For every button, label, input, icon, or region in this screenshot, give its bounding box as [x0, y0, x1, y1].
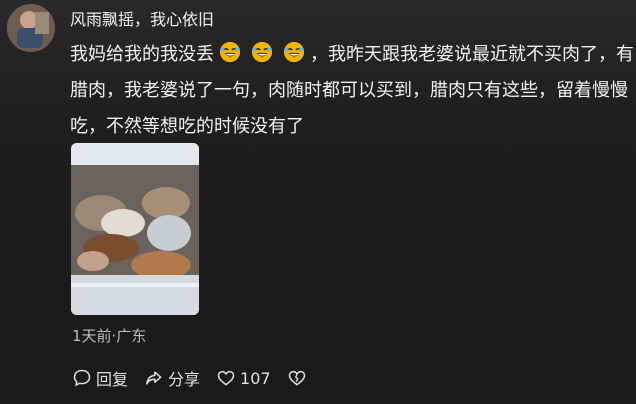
- dislike-button[interactable]: [287, 368, 311, 388]
- comment-bubble-icon: [73, 369, 91, 387]
- like-count: 107: [240, 368, 271, 388]
- reply-button[interactable]: 回复: [72, 366, 128, 390]
- share-button[interactable]: 分享: [144, 366, 200, 390]
- broken-heart-icon: [288, 370, 305, 386]
- comment-actions: 回复 分享 107: [72, 366, 327, 390]
- reply-label: 回复: [96, 370, 129, 389]
- avatar-photo: [7, 4, 55, 52]
- user-avatar[interactable]: [7, 4, 55, 52]
- rofl-emoji-icon: [283, 41, 305, 63]
- heart-icon: [217, 370, 235, 386]
- share-arrow-icon: [146, 371, 162, 385]
- freezer-meat-image: [71, 143, 199, 315]
- like-button[interactable]: 107: [216, 368, 271, 388]
- share-label: 分享: [168, 370, 201, 389]
- username[interactable]: 风雨飘摇，我心依旧: [70, 6, 214, 30]
- comment-text-part-1: 我妈给我的我没丢: [70, 44, 214, 65]
- rofl-emoji-icon: [251, 41, 273, 63]
- rofl-emoji-icon: [219, 41, 241, 63]
- comment-photo[interactable]: [71, 143, 199, 315]
- comment-meta: 1天前·广东: [72, 327, 147, 345]
- comment-text: 我妈给我的我没丢 ，我昨天跟我老婆说最近就不买肉了，有腊肉，我老婆说了一句，肉随时…: [70, 37, 636, 145]
